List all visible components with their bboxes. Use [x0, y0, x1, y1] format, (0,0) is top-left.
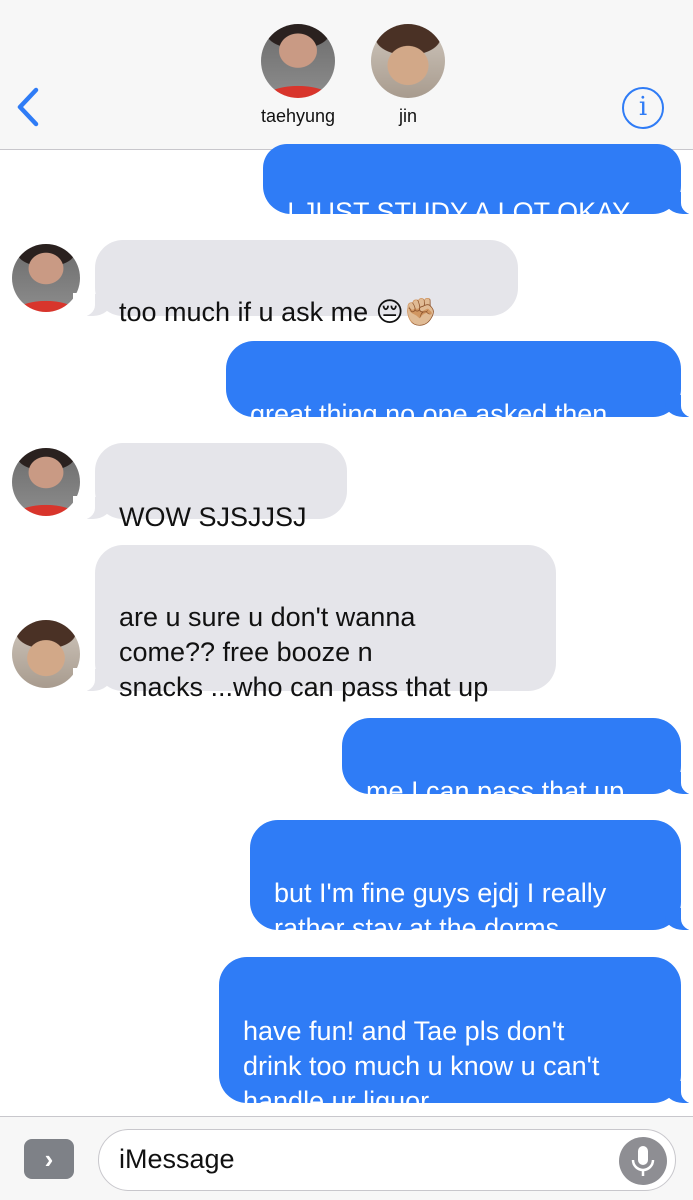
dictation-button[interactable]: [619, 1137, 667, 1185]
chevron-left-icon: [17, 87, 39, 127]
message-text: great thing no one asked then: [250, 399, 608, 429]
message-bubble-outgoing[interactable]: me I can pass that up: [342, 718, 693, 806]
message-bubble-outgoing[interactable]: but I'm fine guys ejdj I really rather s…: [250, 820, 693, 943]
apps-button[interactable]: ›: [24, 1139, 74, 1179]
message-input[interactable]: iMessage: [98, 1129, 676, 1191]
message-text: me I can pass that up: [366, 776, 625, 806]
avatar[interactable]: [12, 448, 80, 516]
message-bubble-outgoing[interactable]: great thing no one asked then: [226, 341, 693, 429]
info-icon: i: [638, 92, 648, 122]
message-bubble-outgoing[interactable]: I JUST STUDY A LOT OKAY: [263, 144, 693, 227]
info-button[interactable]: i: [622, 87, 664, 129]
avatar[interactable]: [12, 620, 80, 688]
avatar[interactable]: [12, 244, 80, 312]
chevron-right-icon: ›: [44, 1144, 54, 1174]
conversation-header: taehyung jin i: [0, 0, 693, 150]
contact-name: jin: [398, 106, 417, 126]
contact-taehyung[interactable]: taehyung: [243, 24, 353, 127]
message-bubble-incoming[interactable]: too much if u ask me 😔✊🏼: [73, 240, 518, 327]
message-text: too much if u ask me 😔✊🏼: [119, 297, 438, 327]
message-text: WOW SJSJJSJ: [119, 502, 307, 532]
back-button[interactable]: [10, 84, 50, 130]
message-text: I JUST STUDY A LOT OKAY: [287, 197, 631, 227]
message-bubble-incoming[interactable]: are u sure u don't wanna come?? free boo…: [73, 545, 556, 702]
message-text: but I'm fine guys ejdj I really rather s…: [274, 878, 607, 943]
contact-name: taehyung: [260, 106, 336, 126]
contact-jin[interactable]: jin: [353, 24, 463, 127]
message-input-placeholder: iMessage: [119, 1144, 235, 1174]
message-text: have fun! and Tae pls don't drink too mu…: [243, 1016, 600, 1116]
compose-bar: › iMessage: [0, 1116, 693, 1200]
message-text: are u sure u don't wanna come?? free boo…: [119, 602, 489, 702]
microphone-icon: [631, 1146, 655, 1176]
avatar: [261, 24, 335, 98]
avatar: [371, 24, 445, 98]
message-bubble-outgoing[interactable]: have fun! and Tae pls don't drink too mu…: [219, 957, 693, 1116]
message-bubble-incoming[interactable]: WOW SJSJJSJ: [73, 443, 347, 532]
